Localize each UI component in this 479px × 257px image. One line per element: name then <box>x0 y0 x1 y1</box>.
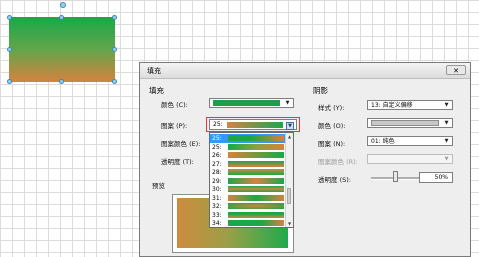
scroll-up-icon[interactable]: ▲ <box>286 133 293 140</box>
resize-handle-bottom-right[interactable] <box>112 79 117 84</box>
dropdown-scrollbar[interactable]: ▲ ▼ <box>285 133 293 227</box>
pattern-item-gradient <box>228 169 284 175</box>
resize-handle-top-left[interactable] <box>7 15 12 20</box>
shadow-transparency-input[interactable]: 50% <box>419 172 453 183</box>
scroll-down-icon[interactable]: ▼ <box>286 220 293 227</box>
pattern-item-gradient <box>228 160 284 167</box>
scrollbar-thumb[interactable] <box>287 188 291 204</box>
resize-handle-bottom[interactable] <box>59 79 64 84</box>
pattern-item-gradient <box>228 186 284 192</box>
close-button[interactable]: ✕ <box>446 65 466 75</box>
pattern-item-gradient <box>228 194 284 201</box>
fill-transparency-label: 透明度 (T): <box>161 158 194 166</box>
fill-color-combo[interactable]: ▼ <box>209 98 294 108</box>
chevron-down-icon: ▼ <box>444 138 449 144</box>
pattern-item-number: 31: <box>212 194 222 202</box>
dialog-title: 填充 <box>147 67 161 75</box>
pattern-item-number: 27: <box>212 160 222 168</box>
chevron-down-icon: ▼ <box>285 100 290 106</box>
fill-pattern-color-label: 图案颜色 (E): <box>161 140 201 148</box>
pattern-item-number: 26: <box>212 152 222 159</box>
dialog-titlebar[interactable]: 填充 ✕ <box>140 63 470 79</box>
resize-handle-top-right[interactable] <box>112 15 117 20</box>
pattern-item-gradient <box>228 220 284 226</box>
pattern-list-item[interactable]: 34: <box>210 219 287 227</box>
preview-label: 预览 <box>152 182 165 190</box>
pattern-item-gradient <box>228 135 284 141</box>
pattern-item-gradient <box>228 211 284 218</box>
shadow-style-combo[interactable]: 13: 自定义偏移 ▼ <box>367 100 453 110</box>
resize-handle-bottom-left[interactable] <box>7 79 12 84</box>
pattern-item-gradient <box>228 203 284 209</box>
shadow-pattern-color-label: 图案颜色 (R): <box>318 158 358 166</box>
rotation-handle[interactable] <box>60 2 66 8</box>
resize-handle-top[interactable] <box>59 15 64 20</box>
pattern-item-number: 32: <box>212 203 222 210</box>
pattern-item-number: 29: <box>212 177 222 185</box>
pattern-item-number: 25: <box>212 135 222 142</box>
chevron-down-icon: ▼ <box>444 156 449 162</box>
shadow-pattern-combo[interactable]: 01: 纯色 ▼ <box>367 136 453 146</box>
resize-handle-left[interactable] <box>7 47 12 52</box>
close-icon: ✕ <box>453 67 459 75</box>
fill-pattern-value: 25: <box>213 121 223 128</box>
chevron-down-icon: ▼ <box>444 120 449 126</box>
pattern-dropdown-list[interactable]: 25: 25: 26: 27: 28: 29: 30: 31: 32: 33: 34: ▲ ▼ <box>209 132 294 228</box>
shadow-transparency-slider-thumb[interactable] <box>393 171 398 182</box>
shadow-style-value: 13: 自定义偏移 <box>371 102 413 109</box>
pattern-dropdown-button[interactable]: ▼ <box>286 122 294 130</box>
shadow-section-label: 阴影 <box>313 86 328 95</box>
fill-color-swatch <box>213 100 280 106</box>
pattern-item-gradient <box>228 143 284 150</box>
gradient-rectangle-shape[interactable] <box>9 17 115 82</box>
resize-handle-right[interactable] <box>112 47 117 52</box>
fill-section-label: 填充 <box>149 86 164 95</box>
shadow-transparency-label: 透明度 (S): <box>318 176 351 184</box>
pattern-item-number: 30: <box>212 186 222 193</box>
chevron-down-icon: ▼ <box>288 123 292 129</box>
pattern-item-gradient <box>228 177 284 184</box>
shadow-transparency-value: 50% <box>434 174 448 181</box>
fill-pattern-gradient-swatch <box>227 122 283 128</box>
shadow-color-combo[interactable]: ▼ <box>367 118 453 128</box>
fill-pattern-combo[interactable]: 25: ▼ <box>209 119 297 130</box>
fill-color-label: 颜色 (C): <box>161 101 188 109</box>
pattern-item-number: 34: <box>212 220 222 227</box>
shadow-pattern-value: 01: 纯色 <box>371 138 395 145</box>
shadow-color-swatch <box>371 120 439 126</box>
shadow-color-label: 颜色 (O): <box>318 122 346 130</box>
chevron-down-icon: ▼ <box>444 102 449 108</box>
pattern-item-gradient <box>228 152 284 158</box>
pattern-item-number: 33: <box>212 211 222 219</box>
pattern-item-number: 25: <box>212 143 222 151</box>
shadow-pattern-color-combo: ▼ <box>367 154 453 164</box>
pattern-item-number: 28: <box>212 169 222 176</box>
fill-pattern-label: 图案 (P): <box>161 122 188 130</box>
shadow-pattern-label: 图案 (N): <box>318 140 346 148</box>
shadow-style-label: 样式 (Y): <box>318 104 345 112</box>
